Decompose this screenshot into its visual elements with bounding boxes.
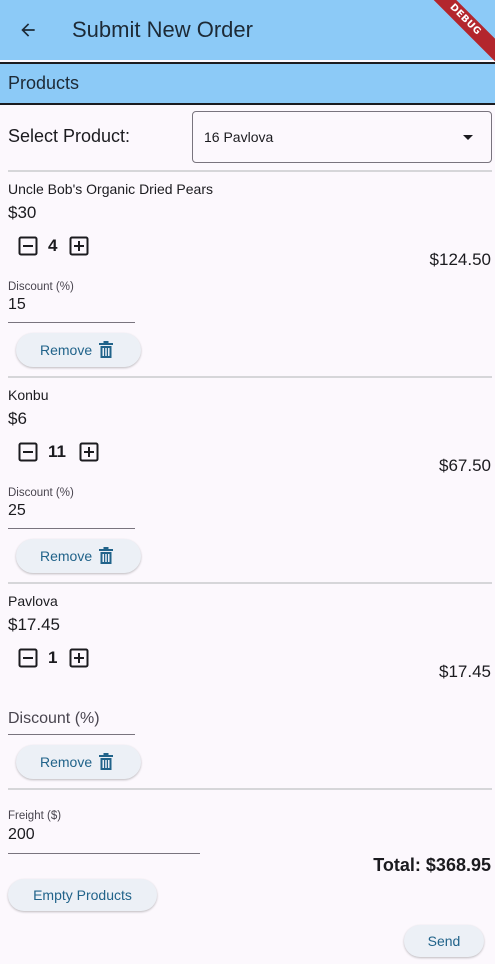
increase-quantity-button[interactable] (79, 442, 99, 462)
product-price: $6 (8, 409, 27, 428)
dropdown-arrow-icon (463, 135, 473, 140)
send-button[interactable]: Send (404, 925, 484, 957)
line-total: $124.50 (429, 250, 491, 269)
product-price: $17.45 (8, 615, 60, 634)
send-label: Send (427, 933, 461, 949)
select-product-row: Select Product: 16 Pavlova (0, 111, 495, 163)
section-title: Products (8, 73, 80, 93)
product-price: $30 (8, 203, 37, 222)
arrow-back-icon (21, 23, 35, 37)
divider (8, 170, 492, 172)
debug-banner: DEBUG (416, 0, 495, 69)
product-name: Konbu (8, 387, 49, 403)
line-total: $67.50 (439, 456, 491, 475)
discount-label: Discount (%) (8, 281, 74, 293)
divider (8, 376, 492, 378)
discount-label: Discount (%) (8, 487, 74, 499)
discount-value: 15 (8, 296, 26, 313)
decrease-quantity-button[interactable] (18, 648, 38, 668)
remove-button[interactable]: Remove (16, 333, 141, 367)
page-title: Submit New Order (72, 17, 253, 42)
decrease-quantity-button[interactable] (18, 236, 38, 256)
divider (8, 582, 492, 584)
select-product-label: Select Product: (8, 126, 131, 146)
freight-value: 200 (8, 826, 35, 843)
empty-products-button[interactable]: Empty Products (8, 879, 157, 911)
product-item: Konbu $6 11 $67.50 Discount (%) 25 Remov… (0, 387, 495, 592)
app-bar: Submit New Order DEBUG (0, 0, 495, 69)
discount-field[interactable]: Discount (%) 25 (8, 487, 135, 529)
quantity-value: 4 (48, 236, 58, 255)
empty-products-label: Empty Products (33, 887, 132, 903)
products-section-header: Products (0, 62, 495, 105)
divider (8, 788, 492, 790)
product-dropdown[interactable]: 16 Pavlova (192, 111, 492, 163)
remove-label: Remove (40, 548, 93, 564)
remove-button[interactable]: Remove (16, 745, 141, 779)
discount-field[interactable]: Discount (%) (8, 693, 135, 735)
remove-button[interactable]: Remove (16, 539, 141, 573)
product-item: Uncle Bob's Organic Dried Pears $30 4 $1… (0, 181, 495, 386)
product-name: Uncle Bob's Organic Dried Pears (8, 181, 213, 197)
increase-quantity-button[interactable] (69, 236, 89, 256)
back-button[interactable] (14, 16, 42, 44)
quantity-value: 1 (48, 648, 58, 667)
increase-quantity-button[interactable] (69, 648, 89, 668)
trash-icon (99, 753, 114, 770)
remove-label: Remove (40, 754, 93, 770)
trash-icon (99, 547, 114, 564)
discount-label: Discount (%) (8, 710, 100, 727)
quantity-value: 11 (48, 442, 66, 461)
decrease-quantity-button[interactable] (18, 442, 38, 462)
trash-icon (99, 341, 114, 358)
discount-field[interactable]: Discount (%) 15 (8, 281, 135, 323)
discount-value: 25 (8, 502, 26, 519)
freight-field[interactable]: Freight ($) 200 (8, 810, 200, 854)
product-name: Pavlova (8, 593, 58, 609)
product-dropdown-value: 16 Pavlova (204, 129, 274, 145)
order-total: Total: $368.95 (373, 855, 491, 875)
product-item: Pavlova $17.45 1 $17.45 Discount (%) Rem… (0, 593, 495, 798)
remove-label: Remove (40, 342, 93, 358)
freight-label: Freight ($) (8, 810, 62, 822)
line-total: $17.45 (439, 662, 491, 681)
